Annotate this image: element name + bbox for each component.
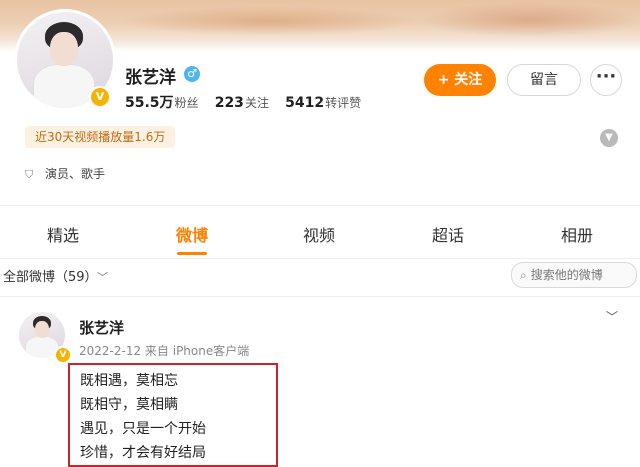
occupation-row: ⛉ 演员、歌手 xyxy=(25,165,105,182)
profile-stats: 55.5万粉丝 223关注 5412转评赞 xyxy=(125,92,373,112)
post-text-line: 遇见，只是一个开始 xyxy=(80,421,206,437)
chevron-down-icon: ﹀ xyxy=(97,271,109,284)
tab-video[interactable]: 视频 xyxy=(303,222,335,246)
gender-male-icon: ♂ xyxy=(184,66,200,82)
engagement-count: 5412 xyxy=(285,95,325,111)
tab-weibo[interactable]: 微博 xyxy=(176,222,208,246)
post-text-line: 珍惜，才会有好结局 xyxy=(80,445,206,461)
shield-icon: ⛉ xyxy=(25,168,34,181)
message-button[interactable]: 留言 xyxy=(507,64,581,96)
verified-badge-icon: V xyxy=(54,346,72,364)
followers-label: 粉丝 xyxy=(174,96,199,110)
banner-dune xyxy=(120,6,420,36)
banner-dune xyxy=(420,2,640,38)
feed-filter-label: 全部微博（59） xyxy=(3,270,92,285)
active-tab-indicator xyxy=(177,252,207,255)
profile-tabs: 精选 微博 视频 超话 相册 xyxy=(0,222,640,260)
post-text-line: 既相遇，莫相忘 xyxy=(80,373,178,389)
profile-name: 张艺洋 xyxy=(125,68,176,88)
tab-supertopic[interactable]: 超话 xyxy=(432,222,464,246)
occupation-text: 演员、歌手 xyxy=(45,167,106,181)
divider xyxy=(0,296,640,297)
engagement-label: 转评赞 xyxy=(325,96,362,110)
following-label: 关注 xyxy=(244,96,269,110)
divider xyxy=(0,205,640,206)
search-icon: ⌕ xyxy=(520,268,527,282)
tab-featured[interactable]: 精选 xyxy=(47,222,79,246)
chevron-down-icon[interactable]: ▼ xyxy=(600,129,618,147)
search-placeholder: 搜索他的微博 xyxy=(530,268,603,282)
search-input[interactable]: ⌕ 搜索他的微博 xyxy=(511,262,637,288)
post-text-line: 既相守，莫相瞒 xyxy=(80,397,178,413)
divider xyxy=(0,258,640,259)
followers-count[interactable]: 55.5万 xyxy=(125,95,174,111)
chevron-down-icon[interactable]: ﹀ xyxy=(606,308,618,325)
follow-button[interactable]: + 关注 xyxy=(424,64,496,96)
more-dots-icon[interactable]: ··· xyxy=(590,64,622,96)
following-count[interactable]: 223 xyxy=(215,95,244,111)
feed-filter[interactable]: 全部微博（59） ﹀ xyxy=(3,266,108,285)
post-meta: 2022-2-12 来自 iPhone客户端 xyxy=(79,344,250,358)
tab-album[interactable]: 相册 xyxy=(561,222,593,246)
verified-badge-icon: V xyxy=(89,86,111,108)
post-author[interactable]: 张艺洋 xyxy=(79,317,124,338)
profile-avatar[interactable]: V xyxy=(17,12,113,108)
video-views-tag[interactable]: 近30天视频播放量1.6万 xyxy=(25,126,176,148)
